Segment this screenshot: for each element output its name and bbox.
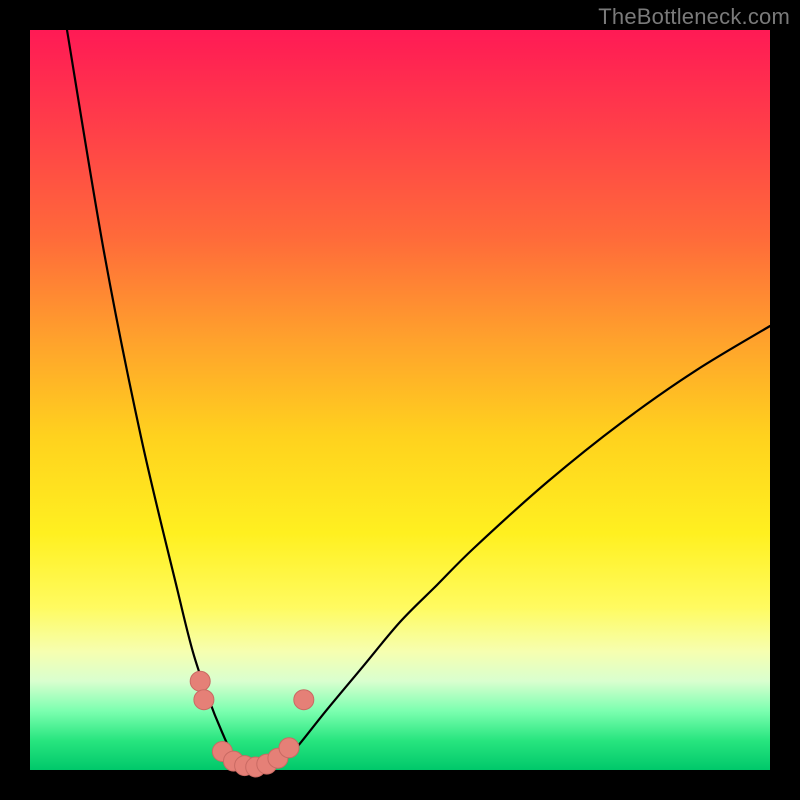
curve-markers	[190, 671, 314, 777]
curve-marker	[194, 690, 214, 710]
watermark-text: TheBottleneck.com	[598, 4, 790, 30]
curve-marker	[294, 690, 314, 710]
bottleneck-curve	[67, 30, 770, 771]
chart-frame: TheBottleneck.com	[0, 0, 800, 800]
curve-marker	[190, 671, 210, 691]
chart-svg	[30, 30, 770, 770]
curve-marker	[279, 738, 299, 758]
